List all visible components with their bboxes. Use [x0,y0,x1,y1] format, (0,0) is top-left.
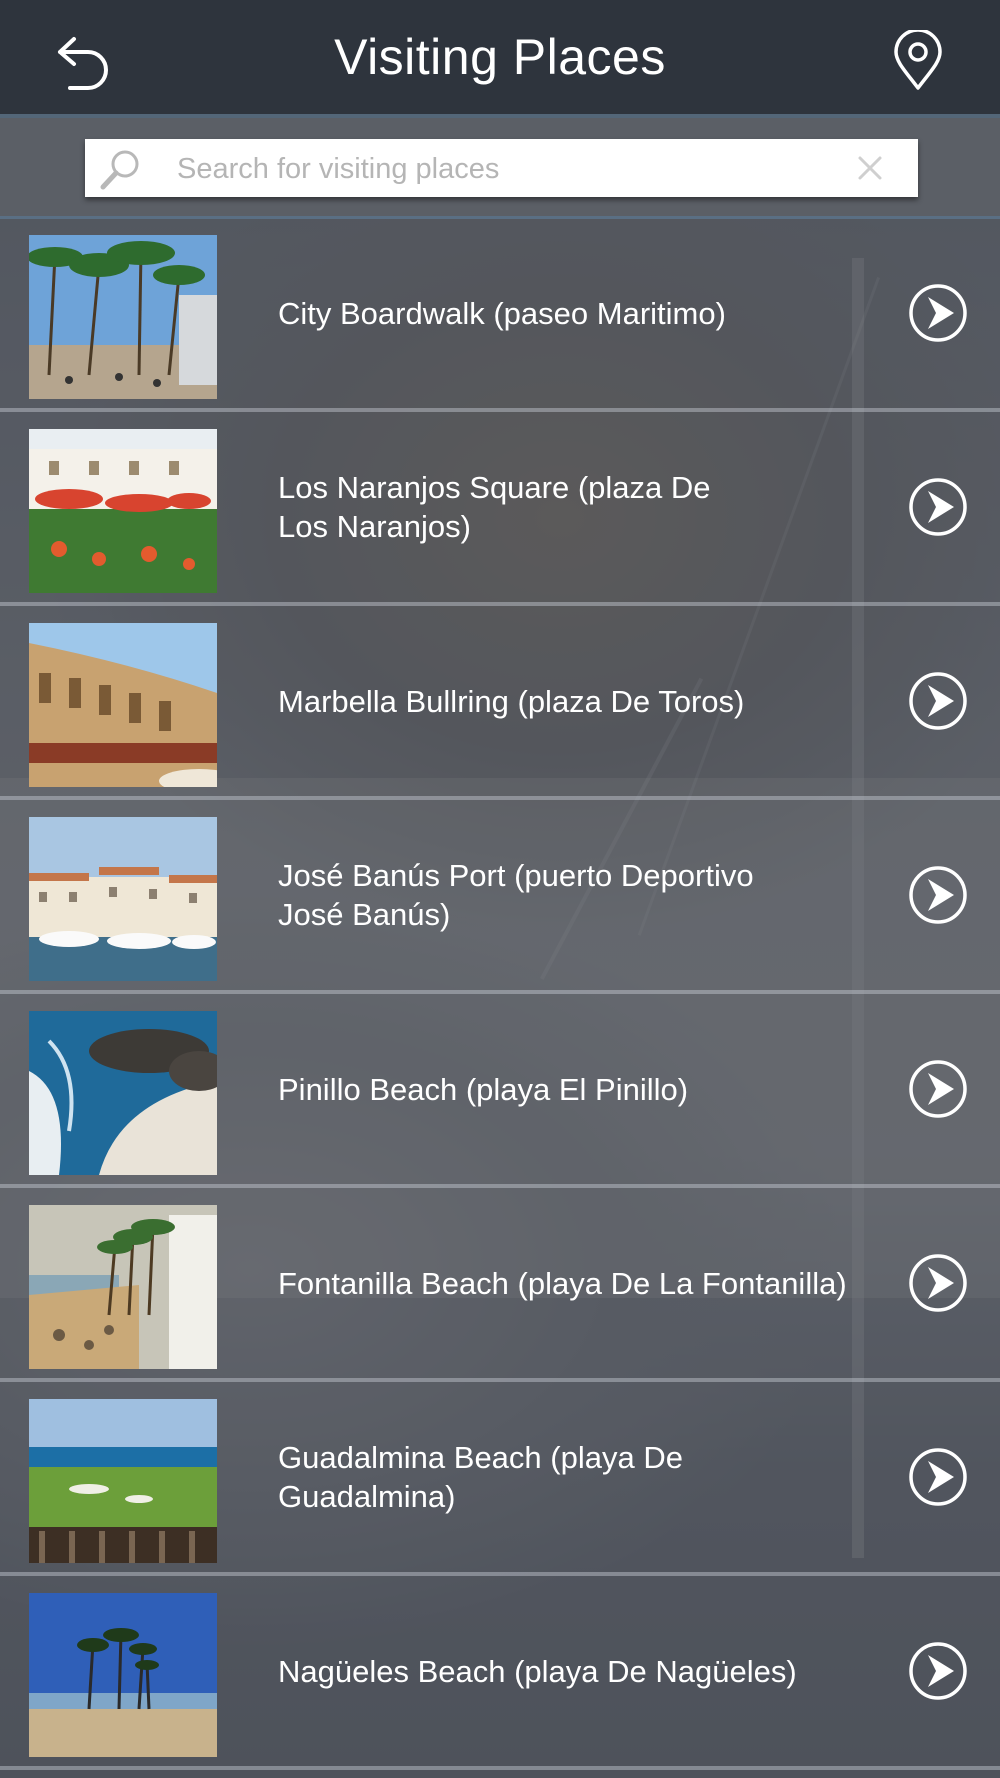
place-thumbnail [29,1011,217,1175]
places-list: City Boardwalk (paseo Maritimo) Los Nara… [0,218,1000,1770]
list-item[interactable]: City Boardwalk (paseo Maritimo) [0,218,1000,412]
app-header: Visiting Places [0,0,1000,118]
search-icon [100,150,139,190]
place-thumbnail [29,1593,217,1757]
list-item[interactable]: Pinillo Beach (playa El Pinillo) [0,994,1000,1188]
chevron-right-icon[interactable] [908,1447,968,1507]
list-item[interactable]: Guadalmina Beach (playa De Guadalmina) [0,1382,1000,1576]
search-input[interactable] [175,139,819,199]
chevron-right-icon[interactable] [908,1253,968,1313]
place-name: Pinillo Beach (playa El Pinillo) [278,1071,689,1107]
chevron-right-icon[interactable] [908,1059,968,1119]
chevron-right-icon[interactable] [908,671,968,731]
place-name: Guadalmina Beach (playa De Guadalmina) [278,1440,683,1514]
place-name: Los Naranjos Square (plaza De Los Naranj… [278,470,711,544]
search-box[interactable] [85,139,918,199]
place-thumbnail [29,235,217,399]
chevron-right-icon[interactable] [908,477,968,537]
clear-icon[interactable] [855,153,885,183]
place-name: City Boardwalk (paseo Maritimo) [278,295,726,331]
map-pin-icon[interactable] [892,30,944,92]
list-item[interactable]: José Banús Port (puerto Deportivo José B… [0,800,1000,994]
chevron-right-icon[interactable] [908,283,968,343]
place-thumbnail [29,623,217,787]
search-bar [0,118,1000,219]
place-name: Marbella Bullring (plaza De Toros) [278,683,745,719]
list-item[interactable]: Marbella Bullring (plaza De Toros) [0,606,1000,800]
place-name: José Banús Port (puerto Deportivo José B… [278,858,754,932]
chevron-right-icon[interactable] [908,865,968,925]
page-title: Visiting Places [334,29,666,85]
list-item[interactable]: Los Naranjos Square (plaza De Los Naranj… [0,412,1000,606]
place-thumbnail [29,1205,217,1369]
place-thumbnail [29,817,217,981]
place-thumbnail [29,1399,217,1563]
chevron-right-icon[interactable] [908,1641,968,1701]
list-item[interactable]: Fontanilla Beach (playa De La Fontanilla… [0,1188,1000,1382]
place-name: Nagüeles Beach (playa De Nagüeles) [278,1653,797,1689]
list-item[interactable]: Nagüeles Beach (playa De Nagüeles) [0,1576,1000,1770]
place-thumbnail [29,429,217,593]
back-arrow-icon[interactable] [52,34,112,90]
place-name: Fontanilla Beach (playa De La Fontanilla… [278,1265,847,1301]
